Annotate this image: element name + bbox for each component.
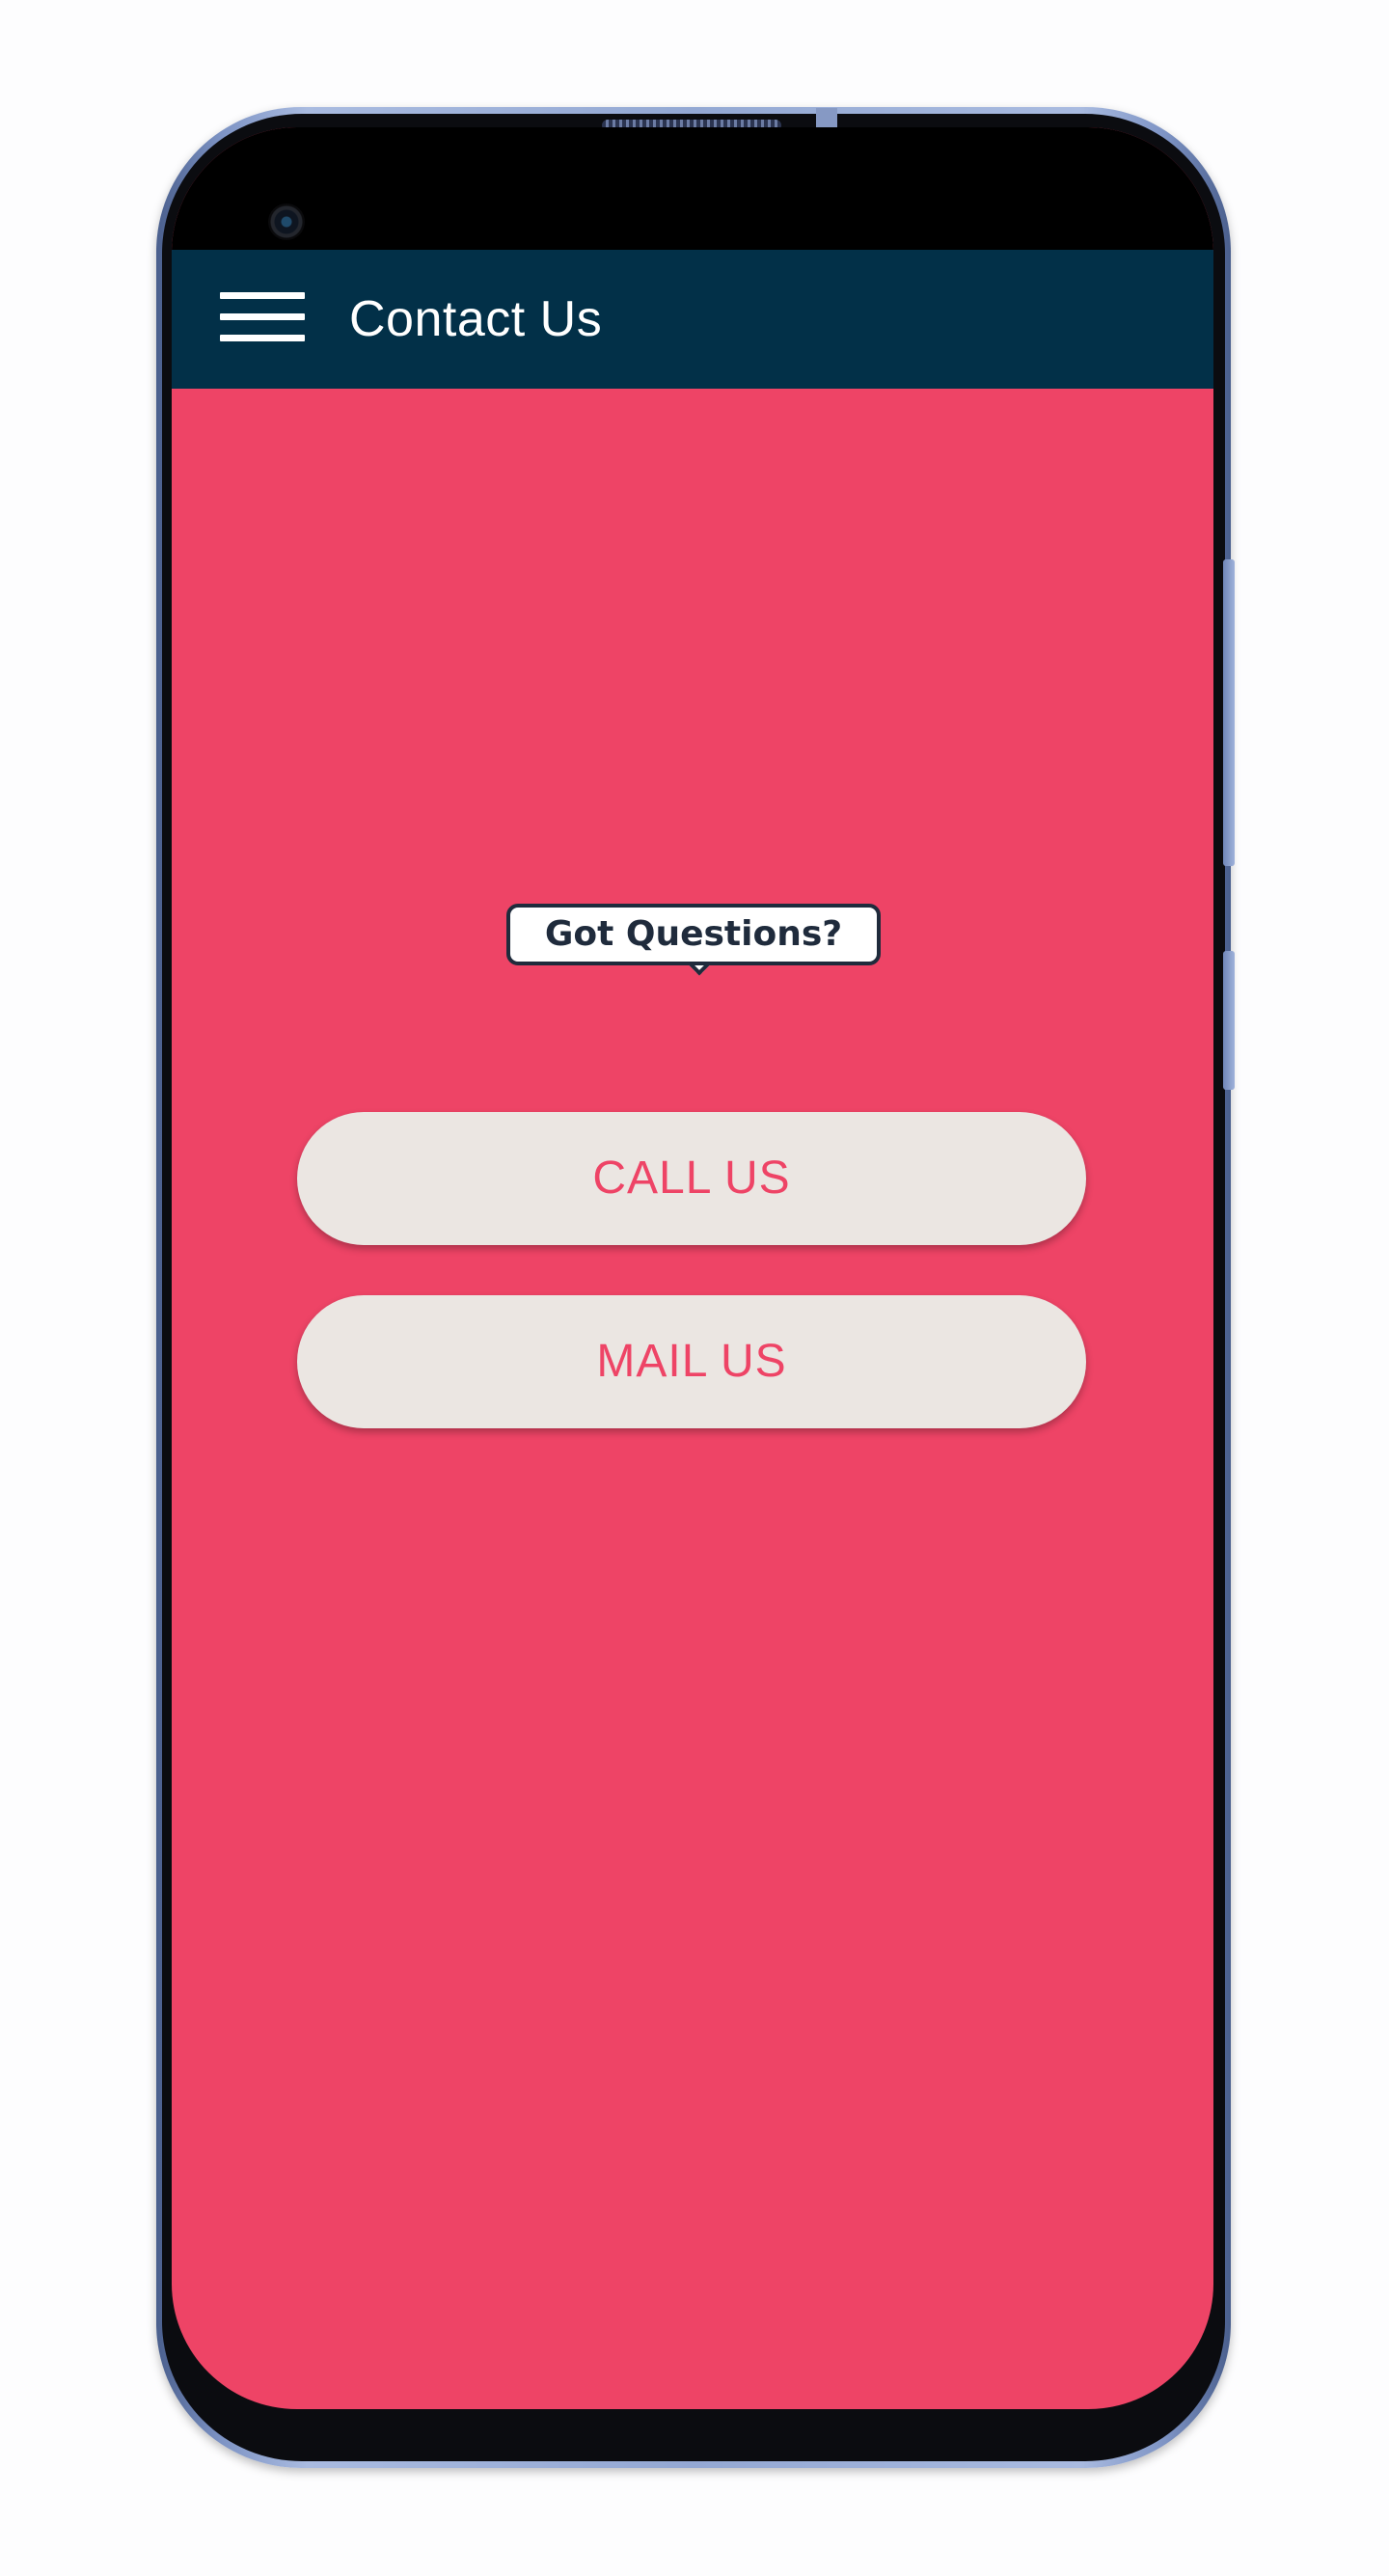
hamburger-menu-icon[interactable] [220, 290, 307, 348]
page-title: Contact Us [349, 291, 603, 347]
app-bar: Contact Us [172, 250, 1213, 389]
front-camera-icon [268, 203, 305, 240]
page: Contact Us Got Questions? CALL US MAIL U… [0, 0, 1389, 2576]
volume-button [1223, 559, 1235, 866]
got-questions-bubble: Got Questions? [506, 904, 881, 965]
power-button [1223, 951, 1235, 1090]
status-bar [172, 127, 1213, 250]
mail-us-button[interactable]: MAIL US [297, 1295, 1086, 1428]
call-us-button[interactable]: CALL US [297, 1112, 1086, 1245]
phone-screen: Contact Us Got Questions? CALL US MAIL U… [172, 127, 1213, 2409]
